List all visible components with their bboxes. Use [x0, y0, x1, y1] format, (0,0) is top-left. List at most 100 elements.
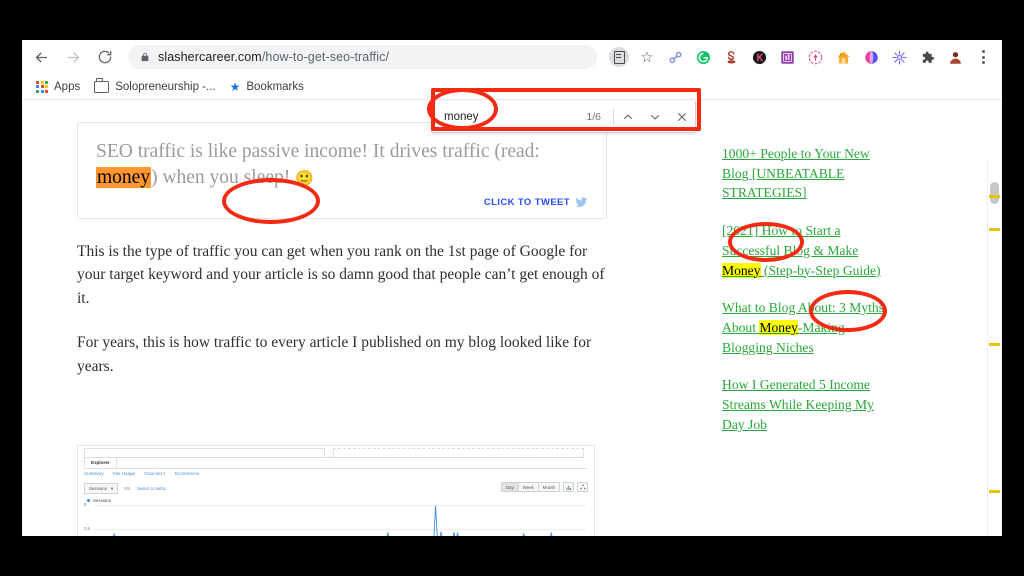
sidebar-link-0-text-0: 1000+ People to Your New Blog [UNBEATABL… [722, 146, 870, 201]
find-input[interactable] [432, 101, 587, 132]
ga-vs-label: VS. [124, 486, 132, 491]
ga-motion-chart-icon[interactable] [577, 482, 588, 493]
sidebar-link-1-text-2: (Step-by-Step Guide) [760, 262, 881, 278]
chevron-down-icon [650, 114, 659, 120]
page-viewport: SEO traffic is like passive income! It d… [22, 100, 1002, 536]
sidebar-link-2[interactable]: What to Blog About: 3 Myths About Money-… [722, 298, 892, 357]
page-scrollbar[interactable] [987, 160, 1002, 536]
apps-grid-icon [36, 80, 48, 93]
address-bar-url: slashercareer.com/how-to-get-seo-traffic… [158, 50, 389, 64]
ubersuggest-extension-icon[interactable] [776, 46, 798, 68]
url-path: /how-to-get-seo-traffic/ [261, 50, 390, 64]
bookmark-star-icon[interactable]: ☆ [636, 46, 658, 68]
ga-chart-line [113, 505, 553, 536]
link-extension-icon[interactable] [664, 46, 686, 68]
ga-subtab-site-usage[interactable]: Site Usage [113, 471, 135, 476]
bookmark-apps-label: Apps [54, 80, 81, 93]
forward-arrow-icon [67, 52, 79, 62]
find-match-active: money [96, 166, 152, 188]
scrollbar-match-tick-0 [989, 195, 1000, 198]
find-previous-button[interactable] [614, 101, 641, 132]
profile-avatar-icon[interactable] [944, 46, 966, 68]
back-button[interactable] [28, 44, 54, 70]
ga-line-chart-icon[interactable] [563, 482, 574, 493]
ga-subtab-ecommerce[interactable]: Ecommerce [175, 471, 200, 476]
find-match-count: 1/6 [586, 110, 601, 123]
keywords-everywhere-extension-icon[interactable] [748, 46, 770, 68]
ga-select-metric-link[interactable]: Select a metric [137, 486, 166, 491]
browser-toolbar: slashercareer.com/how-to-get-seo-traffic… [22, 40, 1002, 74]
ga-metric-select[interactable]: Sessions ▾ [84, 483, 119, 494]
find-match-inactive: Money [759, 319, 798, 335]
loom-extension-icon[interactable] [888, 46, 910, 68]
article-content: SEO traffic is like passive income! It d… [77, 122, 607, 379]
bookmark-bookmarks[interactable]: ★ Bookmarks [230, 81, 304, 93]
back-arrow-icon [35, 52, 47, 62]
folder-icon [94, 78, 110, 93]
click-to-tweet-button[interactable]: CLICK TO TWEET [96, 197, 588, 208]
url-domain: slashercareer.com [158, 50, 262, 64]
ga-legend: Sessions [87, 498, 111, 503]
ga-range-week[interactable]: Week [518, 483, 539, 492]
bookmark-solopreneurship[interactable]: Solopreneurship -... [94, 78, 216, 93]
address-bar[interactable]: slashercareer.com/how-to-get-seo-traffic… [128, 45, 597, 69]
semrush-extension-icon[interactable] [720, 46, 742, 68]
ga-range-month[interactable]: Month [538, 483, 559, 492]
detailed-extension-icon[interactable] [804, 46, 826, 68]
ga-legend-dot-icon [87, 499, 90, 502]
ga-range-day[interactable]: Day [501, 483, 519, 492]
twitter-bird-icon [575, 197, 588, 207]
ga-subtab-row: Summary Site Usage Goal Set 1 Ecommerce [84, 471, 199, 476]
quote-suffix: ) when you sleep! [151, 166, 296, 188]
scrollbar-match-tick-2 [989, 343, 1000, 346]
ga-y-label-mid: 2.5 [84, 526, 90, 531]
browser-window: slashercareer.com/how-to-get-seo-traffic… [22, 40, 1002, 536]
reload-icon [98, 50, 112, 64]
quote-prefix: SEO traffic is like passive income! It d… [96, 141, 540, 162]
reader-mode-icon[interactable] [608, 46, 630, 68]
sidebar-link-1[interactable]: [2021] How to Start a Successful Blog & … [722, 221, 892, 280]
lock-icon [140, 51, 150, 63]
google-analytics-screenshot: Explorer Summary Site Usage Goal Set 1 E… [77, 445, 595, 536]
click-to-tweet-box: SEO traffic is like passive income! It d… [77, 122, 607, 219]
bookmark-solopreneurship-label: Solopreneurship -... [115, 80, 216, 93]
ga-y-label-top: 5 [84, 502, 87, 507]
chevron-down-icon: ▾ [110, 485, 114, 491]
star-icon: ★ [229, 79, 241, 94]
grammarly-extension-icon[interactable] [692, 46, 714, 68]
screenshot-root: slashercareer.com/how-to-get-seo-traffic… [0, 0, 1024, 576]
chevron-up-icon [623, 113, 632, 119]
find-match-inactive: Money [722, 262, 761, 278]
ga-metric-select-value: Sessions [89, 486, 107, 491]
ga-subtab-goal-set-1[interactable]: Goal Set 1 [144, 471, 166, 476]
sidebar-link-3[interactable]: How I Generated 5 Income Streams While K… [722, 375, 892, 434]
find-bar: 1/6 [431, 101, 696, 133]
close-icon [677, 112, 686, 121]
ga-explorer-tab[interactable]: Explorer [84, 457, 117, 468]
article-paragraph-2: For years, this is how traffic to every … [77, 334, 592, 376]
bookmark-apps[interactable]: Apps [36, 80, 81, 93]
chrome-menu-icon[interactable] [972, 46, 994, 68]
ga-sessions-chart: 5 2.5 [84, 502, 588, 536]
related-posts-sidebar: 1000+ People to Your New Blog [UNBEATABL… [722, 144, 892, 452]
extensions-puzzle-icon[interactable] [916, 46, 938, 68]
scrollbar-thumb[interactable] [990, 182, 999, 204]
quote-text: SEO traffic is like passive income! It d… [96, 139, 588, 191]
mozbar-extension-icon[interactable] [860, 46, 882, 68]
home-extension-icon[interactable] [832, 46, 854, 68]
forward-button[interactable] [60, 44, 86, 70]
toolbar-icon-row: ☆ [605, 46, 1002, 68]
sidebar-link-0[interactable]: 1000+ People to Your New Blog [UNBEATABL… [722, 144, 892, 203]
scrollbar-match-tick-1 [989, 228, 1000, 231]
article-paragraph-1: This is the type of traffic you can get … [77, 242, 605, 307]
reload-button[interactable] [92, 44, 118, 70]
ga-range-buttons: Day Week Month [500, 482, 560, 493]
ga-legend-label: Sessions [93, 498, 111, 503]
ga-subtab-summary[interactable]: Summary [84, 471, 104, 476]
find-next-button[interactable] [641, 101, 668, 132]
sidebar-link-3-text-0: How I Generated 5 Income Streams While K… [722, 377, 874, 432]
find-close-button[interactable] [668, 101, 695, 132]
smiley-emoji-icon: 🙂 [295, 170, 314, 187]
click-to-tweet-label: CLICK TO TWEET [483, 196, 570, 208]
scrollbar-match-tick-3 [989, 490, 1000, 493]
